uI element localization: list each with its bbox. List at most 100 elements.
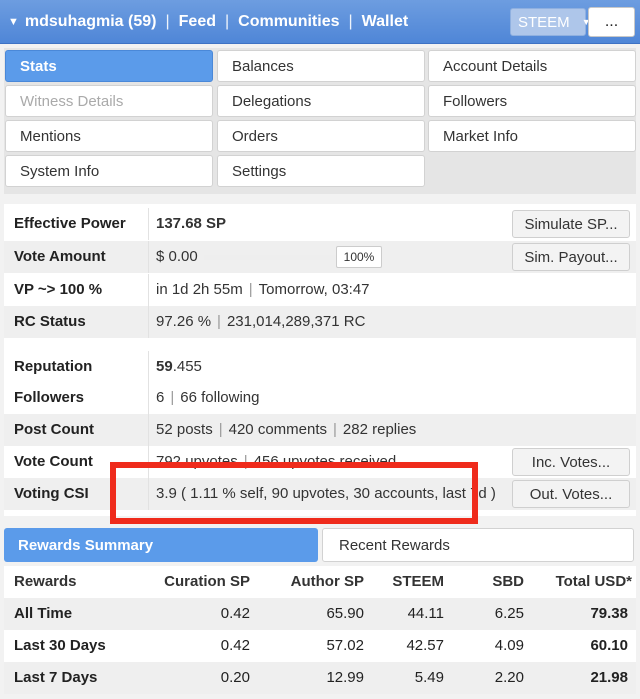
vote-weight-percent[interactable]: 100% bbox=[336, 246, 382, 268]
reputation-value: 59.455 bbox=[156, 351, 202, 383]
column-header: Author SP bbox=[290, 573, 364, 590]
rc-percent: 97.26 % bbox=[156, 313, 212, 330]
tab-system-info[interactable]: System Info bbox=[5, 155, 213, 187]
inc-votes-button[interactable]: Inc. Votes... bbox=[512, 448, 630, 476]
column-divider bbox=[148, 382, 149, 414]
curation-sp: 0.20 bbox=[220, 669, 250, 686]
top-nav: ▼ mdsuhagmia (59) | Feed | Communities |… bbox=[8, 0, 408, 44]
followers-count: 6 bbox=[156, 389, 165, 406]
vp-row: VP ~> 100 % in 1d 2h 55m | Tomorrow, 03:47 bbox=[4, 274, 636, 306]
row-label: Post Count bbox=[14, 421, 94, 438]
value-separator: | bbox=[217, 313, 221, 330]
reputation-row: Reputation 59.455 bbox=[4, 351, 636, 383]
nav-separator: | bbox=[348, 13, 353, 30]
effective-power-row: Effective Power 137.68 SP Simulate SP... bbox=[4, 208, 636, 240]
post-count-value: 52 posts | 420 comments | 282 replies bbox=[156, 414, 416, 446]
row-label: Reputation bbox=[14, 358, 93, 375]
column-divider bbox=[148, 208, 149, 240]
value-separator: | bbox=[248, 281, 253, 298]
author-sp: 57.02 bbox=[326, 637, 364, 654]
tab-stats[interactable]: Stats bbox=[5, 50, 213, 82]
tab-market-info[interactable]: Market Info bbox=[428, 120, 636, 152]
replies-count: 282 replies bbox=[342, 421, 417, 438]
steem-value: 44.11 bbox=[407, 605, 444, 622]
column-header: STEEM bbox=[392, 573, 444, 590]
row-label: Voting CSI bbox=[14, 485, 89, 502]
row-label: Last 7 Days bbox=[14, 669, 98, 686]
row-label: VP ~> 100 % bbox=[14, 281, 103, 298]
red-highlight-box bbox=[110, 462, 478, 524]
curation-sp: 0.42 bbox=[220, 605, 250, 622]
table-row: Last 7 Days 0.20 12.99 5.49 2.20 21.98 bbox=[4, 662, 636, 694]
column-divider bbox=[148, 241, 149, 273]
more-button[interactable]: ... bbox=[588, 7, 635, 37]
sbd-value: 2.20 bbox=[494, 669, 524, 686]
column-header: Rewards bbox=[14, 573, 77, 590]
sbd-value: 6.25 bbox=[494, 605, 524, 622]
following-count: 66 following bbox=[180, 389, 260, 406]
column-divider bbox=[148, 274, 149, 306]
tab-settings[interactable]: Settings bbox=[217, 155, 425, 187]
simulate-sp-button[interactable]: Simulate SP... bbox=[512, 210, 630, 238]
total-usd: 79.38 bbox=[590, 605, 628, 622]
vote-amount-value: $ 0.00 bbox=[156, 248, 198, 265]
nav-separator: | bbox=[165, 13, 170, 30]
sbd-value: 4.09 bbox=[494, 637, 524, 654]
nav-separator: | bbox=[224, 13, 230, 30]
row-label: All Time bbox=[14, 605, 73, 622]
nav-wallet[interactable]: Wallet bbox=[362, 13, 409, 31]
triangle-down-icon[interactable]: ▼ bbox=[8, 16, 19, 28]
reputation-int: 59 bbox=[156, 358, 173, 375]
rc-value: 97.26 % | 231,014,289,371 RC bbox=[156, 306, 365, 338]
followers-row: Followers 6 | 66 following bbox=[4, 382, 636, 414]
posts-count: 52 posts bbox=[156, 421, 213, 438]
total-usd: 21.98 bbox=[590, 669, 628, 686]
rewards-tabs: Rewards Summary Recent Rewards bbox=[4, 528, 636, 562]
value-separator: | bbox=[170, 389, 175, 406]
tab-orders[interactable]: Orders bbox=[217, 120, 425, 152]
sim-payout-button[interactable]: Sim. Payout... bbox=[512, 243, 630, 271]
table-row: Last 30 Days 0.42 57.02 42.57 4.09 60.10 bbox=[4, 630, 636, 662]
column-header: Curation SP bbox=[164, 573, 250, 590]
rewards-table: Rewards Curation SP Author SP STEEM SBD … bbox=[4, 566, 636, 694]
value-separator: | bbox=[333, 421, 337, 438]
table-header: Rewards Curation SP Author SP STEEM SBD … bbox=[4, 566, 636, 598]
row-label: Vote Count bbox=[14, 453, 93, 470]
tab-followers[interactable]: Followers bbox=[428, 85, 636, 117]
tab-witness-details: Witness Details bbox=[5, 85, 213, 117]
tab-rewards-summary[interactable]: Rewards Summary bbox=[4, 528, 318, 562]
vp-when: Tomorrow, 03:47 bbox=[258, 281, 370, 298]
steem-value: 5.49 bbox=[414, 669, 444, 686]
vp-time: in 1d 2h 55m bbox=[156, 281, 243, 298]
row-label: Last 30 Days bbox=[14, 637, 106, 654]
vote-weight-slider[interactable] bbox=[204, 255, 336, 260]
row-label: RC Status bbox=[14, 313, 86, 330]
currency-select[interactable]: STEEM ▼ bbox=[510, 8, 591, 36]
tab-delegations[interactable]: Delegations bbox=[217, 85, 425, 117]
user-link[interactable]: mdsuhagmia (59) bbox=[25, 13, 157, 31]
rc-status-row: RC Status 97.26 % | 231,014,289,371 RC bbox=[4, 306, 636, 338]
column-header: SBD bbox=[492, 573, 524, 590]
tab-recent-rewards[interactable]: Recent Rewards bbox=[322, 528, 634, 562]
nav-communities[interactable]: Communities bbox=[238, 13, 339, 31]
out-votes-button[interactable]: Out. Votes... bbox=[512, 480, 630, 508]
author-sp: 12.99 bbox=[326, 669, 364, 686]
nav-feed[interactable]: Feed bbox=[179, 13, 216, 31]
rc-amount: 231,014,289,371 RC bbox=[226, 313, 366, 330]
column-header: Total USD* bbox=[555, 573, 632, 590]
section-tabs: Stats Balances Account Details Witness D… bbox=[4, 48, 636, 194]
tab-mentions[interactable]: Mentions bbox=[5, 120, 213, 152]
value-separator: | bbox=[218, 421, 223, 438]
column-divider bbox=[148, 414, 149, 446]
comments-count: 420 comments bbox=[228, 421, 328, 438]
followers-value: 6 | 66 following bbox=[156, 382, 259, 414]
row-label: Followers bbox=[14, 389, 85, 406]
steem-value: 42.57 bbox=[406, 637, 444, 654]
row-label: Effective Power bbox=[14, 215, 126, 232]
post-count-row: Post Count 52 posts | 420 comments | 282 rep… bbox=[4, 414, 636, 446]
curation-sp: 0.42 bbox=[220, 637, 250, 654]
author-sp: 65.90 bbox=[326, 605, 364, 622]
effective-power-value: 137.68 SP bbox=[156, 215, 227, 232]
tab-balances[interactable]: Balances bbox=[217, 50, 425, 82]
tab-account-details[interactable]: Account Details bbox=[428, 50, 636, 82]
